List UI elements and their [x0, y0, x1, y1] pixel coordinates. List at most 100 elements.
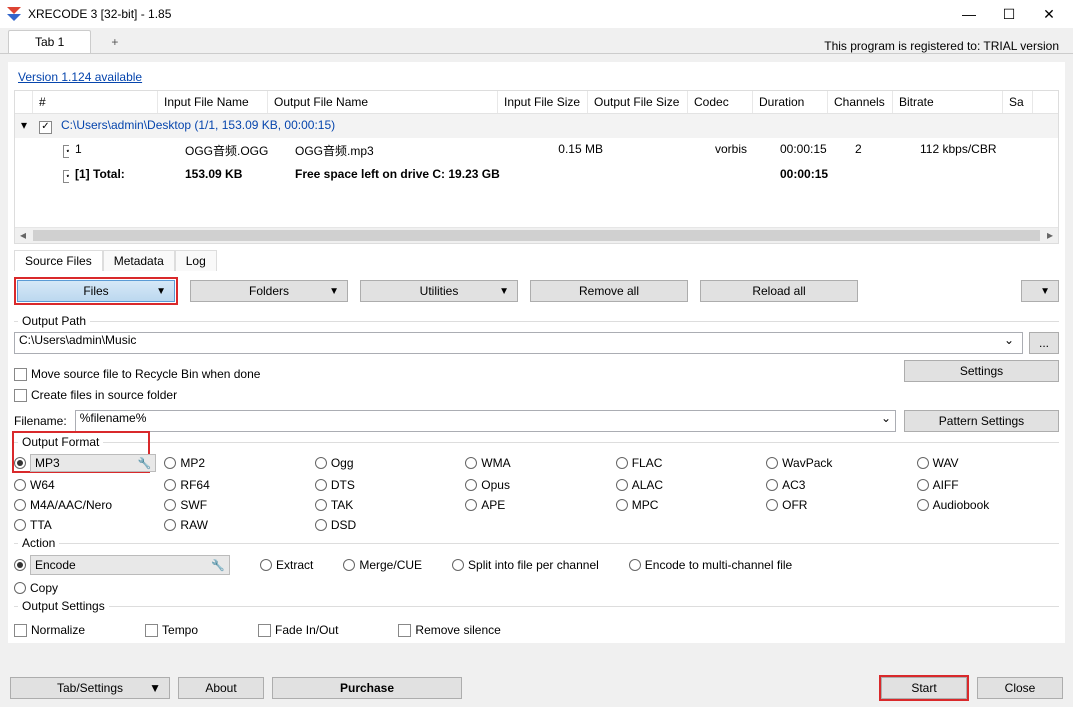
settings-button[interactable]: Settings [904, 360, 1059, 382]
format-radio[interactable] [164, 479, 176, 491]
col-channels[interactable]: Channels [828, 91, 893, 113]
format-radio[interactable] [14, 457, 26, 469]
format-radio[interactable] [315, 479, 327, 491]
format-radio[interactable] [616, 499, 628, 511]
format-wma[interactable]: WMA [465, 453, 607, 473]
format-aiff[interactable]: AIFF [917, 477, 1059, 493]
format-flac[interactable]: FLAC [616, 453, 758, 473]
wrench-icon[interactable]: 🔧 [211, 559, 225, 572]
tab-source-files[interactable]: Source Files [14, 250, 103, 271]
col-bitrate[interactable]: Bitrate [893, 91, 1003, 113]
remove-all-button[interactable]: Remove all [530, 280, 688, 302]
format-radio[interactable] [766, 457, 778, 469]
format-radio[interactable] [315, 499, 327, 511]
col-input-name[interactable]: Input File Name [158, 91, 268, 113]
create-src-checkbox[interactable] [14, 389, 27, 402]
expand-icon[interactable]: ▾ [15, 116, 33, 136]
table-row[interactable]: 1 OGG音频.OGG OGG音频.mp3 0.15 MB vorbis 00:… [15, 138, 1058, 163]
normalize-checkbox[interactable] [14, 624, 27, 637]
about-button[interactable]: About [178, 677, 264, 699]
format-radio[interactable] [164, 457, 176, 469]
pattern-settings-button[interactable]: Pattern Settings [904, 410, 1059, 432]
copy-radio[interactable] [14, 582, 26, 594]
col-hash[interactable]: # [33, 91, 158, 113]
format-w64[interactable]: W64 [14, 477, 156, 493]
start-button[interactable]: Start [881, 677, 967, 699]
format-ogg[interactable]: Ogg [315, 453, 457, 473]
format-tta[interactable]: TTA [14, 517, 156, 533]
tab-1[interactable]: Tab 1 [8, 30, 91, 53]
table-folder-row[interactable]: ▾ C:\Users\admin\Desktop (1/1, 153.09 KB… [15, 114, 1058, 138]
output-path-input[interactable]: C:\Users\admin\Music ⌄ [14, 332, 1023, 354]
format-radio[interactable] [616, 457, 628, 469]
tab-log[interactable]: Log [175, 250, 217, 271]
format-mpc[interactable]: MPC [616, 497, 758, 513]
col-output-size[interactable]: Output File Size [588, 91, 688, 113]
purchase-button[interactable]: Purchase [272, 677, 462, 699]
format-selected-box[interactable]: MP3🔧 [30, 454, 156, 472]
format-radio[interactable] [164, 499, 176, 511]
format-ofr[interactable]: OFR [766, 497, 908, 513]
maximize-button[interactable]: ☐ [989, 6, 1029, 23]
merge-radio[interactable] [343, 559, 355, 571]
fade-checkbox[interactable] [258, 624, 271, 637]
extra-dropdown[interactable]: ▼ [1021, 280, 1059, 302]
horizontal-scrollbar[interactable]: ◂ ▸ [15, 227, 1058, 243]
format-wavpack[interactable]: WavPack [766, 453, 908, 473]
format-radio[interactable] [315, 519, 327, 531]
tab-settings-dropdown[interactable]: Tab/Settings ▼ [10, 677, 170, 699]
format-dts[interactable]: DTS [315, 477, 457, 493]
scroll-thumb[interactable] [33, 230, 1040, 241]
version-link[interactable]: Version 1.124 available [14, 68, 146, 86]
format-radio[interactable] [766, 479, 778, 491]
col-output-name[interactable]: Output File Name [268, 91, 498, 113]
chevron-down-icon[interactable]: ⌄ [1000, 333, 1018, 347]
format-radio[interactable] [465, 457, 477, 469]
format-ape[interactable]: APE [465, 497, 607, 513]
format-radio[interactable] [917, 457, 929, 469]
col-sa[interactable]: Sa [1003, 91, 1033, 113]
format-dsd[interactable]: DSD [315, 517, 457, 533]
format-radio[interactable] [616, 479, 628, 491]
format-swf[interactable]: SWF [164, 497, 306, 513]
format-raw[interactable]: RAW [164, 517, 306, 533]
format-audiobook[interactable]: Audiobook [917, 497, 1059, 513]
format-rf64[interactable]: RF64 [164, 477, 306, 493]
col-codec[interactable]: Codec [688, 91, 753, 113]
encode-radio[interactable] [14, 559, 26, 571]
format-radio[interactable] [164, 519, 176, 531]
folders-dropdown[interactable]: Folders ▼ [190, 280, 348, 302]
scroll-left-icon[interactable]: ◂ [15, 228, 31, 243]
format-radio[interactable] [917, 479, 929, 491]
format-m4a-aac-nero[interactable]: M4A/AAC/Nero [14, 497, 156, 513]
format-radio[interactable] [465, 499, 477, 511]
format-wav[interactable]: WAV [917, 453, 1059, 473]
format-radio[interactable] [315, 457, 327, 469]
multi-radio[interactable] [629, 559, 641, 571]
scroll-right-icon[interactable]: ▸ [1042, 228, 1058, 243]
format-radio[interactable] [766, 499, 778, 511]
encode-select[interactable]: Encode 🔧 [30, 555, 230, 575]
utilities-dropdown[interactable]: Utilities ▼ [360, 280, 518, 302]
format-alac[interactable]: ALAC [616, 477, 758, 493]
add-tab-button[interactable]: + [91, 31, 138, 53]
format-mp3[interactable]: MP3🔧 [14, 453, 156, 473]
format-mp2[interactable]: MP2 [164, 453, 306, 473]
files-dropdown[interactable]: Files ▼ [17, 280, 175, 302]
col-input-size[interactable]: Input File Size [498, 91, 588, 113]
format-radio[interactable] [14, 479, 26, 491]
browse-button[interactable]: ... [1029, 332, 1059, 354]
silence-checkbox[interactable] [398, 624, 411, 637]
format-tak[interactable]: TAK [315, 497, 457, 513]
reload-all-button[interactable]: Reload all [700, 280, 858, 302]
format-radio[interactable] [917, 499, 929, 511]
format-opus[interactable]: Opus [465, 477, 607, 493]
close-button[interactable]: Close [977, 677, 1063, 699]
tab-metadata[interactable]: Metadata [103, 250, 175, 271]
format-radio[interactable] [465, 479, 477, 491]
split-radio[interactable] [452, 559, 464, 571]
folder-checkbox[interactable] [39, 121, 52, 134]
recycle-checkbox[interactable] [14, 368, 27, 381]
wrench-icon[interactable]: 🔧 [138, 457, 152, 470]
extract-radio[interactable] [260, 559, 272, 571]
